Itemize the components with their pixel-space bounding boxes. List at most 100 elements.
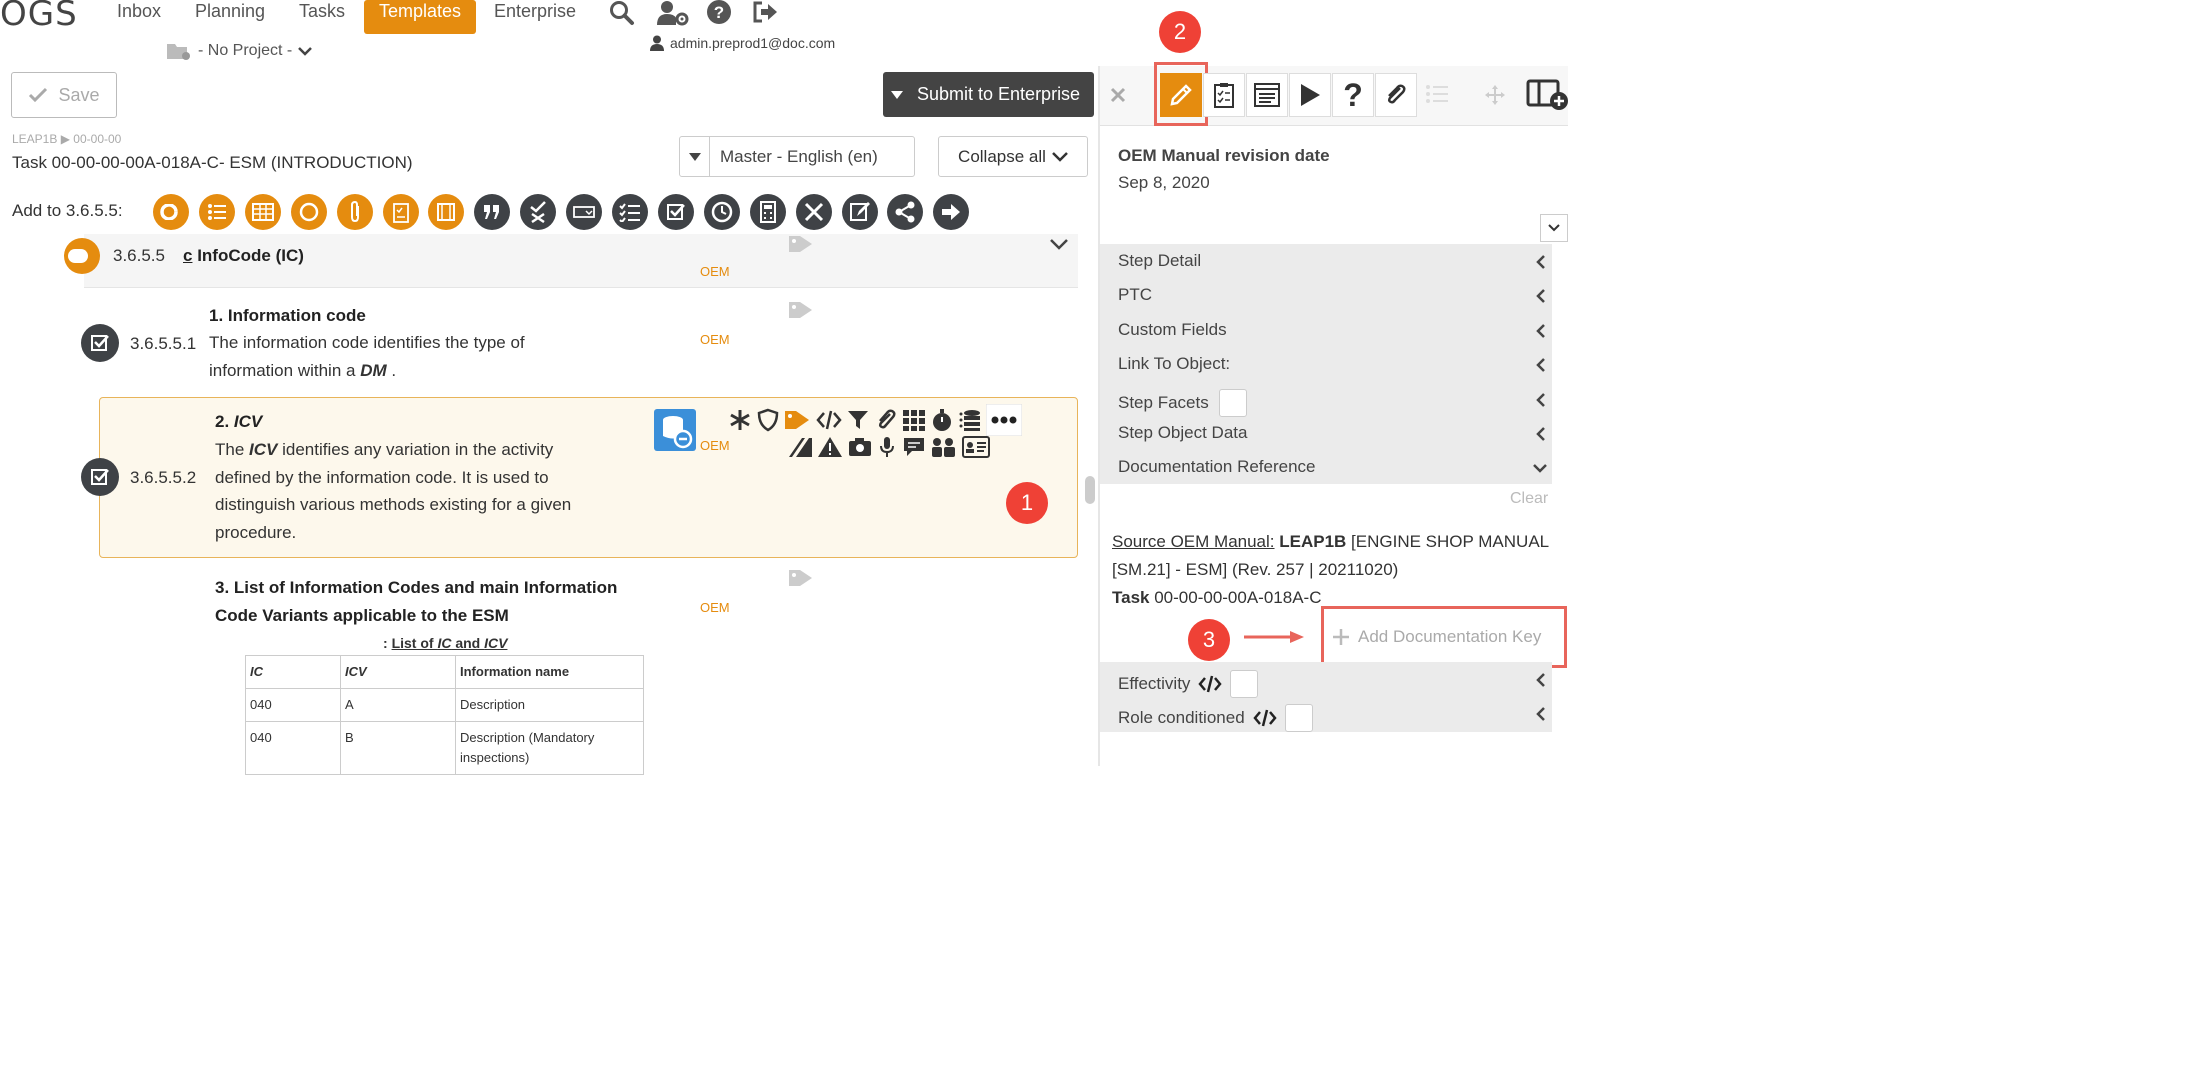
- comment-icon[interactable]: [902, 436, 926, 458]
- effectivity-checkbox[interactable]: [1230, 670, 1259, 698]
- filter-icon[interactable]: [846, 408, 870, 432]
- add-checklist-button[interactable]: [382, 194, 419, 230]
- language-select[interactable]: Master - English (en): [679, 136, 915, 177]
- user-settings-icon[interactable]: [656, 0, 690, 26]
- users-icon[interactable]: [931, 436, 957, 458]
- play-tool[interactable]: [1289, 73, 1331, 117]
- slope-icon[interactable]: [788, 436, 812, 458]
- chevron-left-icon[interactable]: [1536, 255, 1546, 269]
- task-title: Task 00-00-00-00A-018A-C- ESM (INTRODUCT…: [12, 153, 413, 172]
- table-cell: 040: [245, 688, 341, 722]
- add-arrow-right-button[interactable]: [933, 194, 970, 230]
- list-icon: [207, 203, 227, 221]
- add-film-button[interactable]: [428, 194, 465, 230]
- panel-section-custom-fields[interactable]: Custom Fields: [1118, 320, 1227, 340]
- panel-section-step-detail[interactable]: Step Detail: [1118, 251, 1201, 271]
- add-clock-button[interactable]: [703, 194, 740, 230]
- warning-icon[interactable]: [817, 436, 843, 458]
- add-tools-button[interactable]: [795, 194, 832, 230]
- checklist-icon: [392, 201, 410, 223]
- tags-icon[interactable]: [788, 300, 816, 320]
- chevron-down-icon[interactable]: [1049, 238, 1069, 252]
- add-check-x-button[interactable]: [520, 194, 557, 230]
- add-checkbox-button[interactable]: [657, 194, 694, 230]
- more-icon[interactable]: [986, 404, 1022, 436]
- add-calculator-button[interactable]: [749, 194, 786, 230]
- effectivity-row[interactable]: Effectivity: [1118, 670, 1259, 698]
- chevron-left-icon[interactable]: [1536, 323, 1546, 338]
- project-selector[interactable]: - No Project -: [166, 41, 313, 61]
- share-icon: [894, 201, 916, 223]
- clear-link[interactable]: Clear: [1510, 490, 1548, 508]
- layout-add-icon[interactable]: [1526, 77, 1568, 111]
- add-share-button[interactable]: [887, 194, 924, 230]
- chevron-down-icon[interactable]: [1533, 461, 1547, 475]
- chevron-left-icon[interactable]: [1536, 673, 1546, 687]
- edit-tool[interactable]: [1160, 73, 1202, 117]
- tags-icon[interactable]: [784, 408, 812, 432]
- panel-section-step-object-data[interactable]: Step Object Data: [1118, 423, 1247, 443]
- attachment-tool[interactable]: [1375, 73, 1417, 117]
- list-icon[interactable]: [1426, 84, 1448, 104]
- move-icon[interactable]: [1484, 84, 1506, 106]
- microphone-icon[interactable]: [877, 436, 897, 458]
- form-tool[interactable]: [1246, 73, 1288, 117]
- add-quote-button[interactable]: [474, 194, 511, 230]
- collapse-all-button[interactable]: Collapse all: [938, 136, 1088, 177]
- clock-icon: [711, 201, 733, 223]
- help-icon[interactable]: ?: [706, 0, 732, 26]
- breadcrumb-root[interactable]: LEAP1B: [12, 132, 57, 146]
- stopwatch-icon[interactable]: [930, 408, 954, 432]
- nav-planning[interactable]: Planning: [183, 0, 277, 30]
- save-button[interactable]: Save: [11, 72, 117, 118]
- submit-to-enterprise-button[interactable]: Submit to Enterprise: [883, 72, 1094, 117]
- panel-section-documentation-reference[interactable]: Documentation Reference: [1118, 457, 1316, 477]
- role-conditioned-row[interactable]: Role conditioned: [1118, 704, 1313, 732]
- database-icon[interactable]: [958, 408, 982, 432]
- nav-tasks[interactable]: Tasks: [287, 0, 357, 30]
- code-icon: [1198, 675, 1223, 693]
- id-card-icon[interactable]: [962, 436, 990, 458]
- nav-enterprise[interactable]: Enterprise: [482, 0, 588, 30]
- panel-expand-button[interactable]: [1540, 214, 1568, 242]
- grid-icon[interactable]: [902, 408, 926, 432]
- panel-section-step-facets[interactable]: Step Facets: [1118, 388, 1247, 417]
- asterisk-icon[interactable]: [728, 408, 752, 432]
- chevron-left-icon[interactable]: [1536, 392, 1546, 407]
- add-section-button[interactable]: [153, 194, 189, 230]
- panel-section-ptc[interactable]: PTC: [1118, 285, 1152, 305]
- add-circle-button[interactable]: [290, 194, 327, 230]
- logout-icon[interactable]: [752, 0, 778, 26]
- scrollbar-thumb[interactable]: [1085, 476, 1095, 504]
- shield-icon[interactable]: [756, 408, 780, 432]
- checklist-tool[interactable]: [1203, 73, 1245, 117]
- add-signature-button[interactable]: [841, 194, 878, 230]
- role-conditioned-checkbox[interactable]: [1284, 704, 1313, 732]
- add-input-field-button[interactable]: [566, 194, 603, 230]
- camera-icon[interactable]: [848, 436, 872, 458]
- chevron-left-icon[interactable]: [1536, 707, 1546, 721]
- close-icon[interactable]: [1110, 87, 1126, 103]
- database-link-icon[interactable]: [654, 409, 696, 451]
- chevron-left-icon[interactable]: [1536, 289, 1546, 304]
- add-list-button[interactable]: [198, 194, 235, 230]
- chevron-left-icon[interactable]: [1536, 358, 1546, 373]
- chevron-left-icon[interactable]: [1536, 427, 1546, 441]
- step-facets-checkbox[interactable]: [1218, 388, 1247, 417]
- tags-icon[interactable]: [788, 568, 816, 588]
- add-attachment-button[interactable]: [336, 194, 373, 230]
- panel-section-link-to-object[interactable]: Link To Object:: [1118, 354, 1230, 374]
- breadcrumb-leaf[interactable]: 00-00-00: [73, 132, 121, 146]
- tags-icon[interactable]: [788, 234, 816, 254]
- code-icon[interactable]: [816, 408, 842, 432]
- nav-templates[interactable]: Templates: [364, 0, 477, 34]
- add-documentation-key-button[interactable]: Add Documentation Key: [1321, 606, 1567, 668]
- add-table-button[interactable]: [244, 194, 281, 230]
- search-icon[interactable]: [609, 0, 635, 26]
- paperclip-icon[interactable]: [874, 408, 898, 432]
- step-checkbox-icon: [81, 458, 119, 496]
- add-task-list-button[interactable]: [612, 194, 648, 230]
- nav-inbox[interactable]: Inbox: [105, 0, 173, 30]
- language-caret[interactable]: [680, 137, 710, 176]
- help-tool[interactable]: ?: [1332, 73, 1374, 117]
